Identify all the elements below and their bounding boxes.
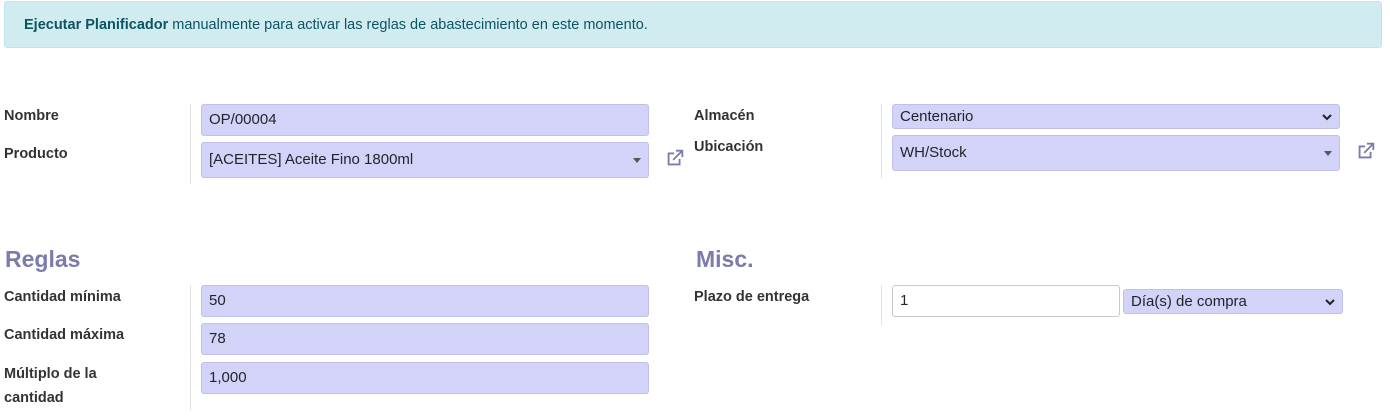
run-scheduler-link[interactable]: Ejecutar Planificador [24, 17, 168, 33]
caret-down-icon [1324, 151, 1332, 156]
cantidad-minima-input[interactable]: 50 [201, 285, 649, 317]
separator [881, 104, 882, 178]
section-title-reglas: Reglas [5, 246, 81, 272]
chevron-down-icon [1325, 299, 1335, 306]
external-link-icon[interactable] [1355, 140, 1377, 162]
separator [190, 285, 191, 410]
nombre-input[interactable]: OP/00004 [201, 104, 649, 136]
chevron-down-icon [1322, 114, 1332, 121]
separator [881, 285, 882, 325]
cantidad-maxima-label: Cantidad máxima [4, 327, 125, 343]
almacen-label: Almacén [694, 108, 755, 124]
multiplo-label-line1: Múltiplo de la [4, 366, 97, 382]
plazo-entrega-label: Plazo de entrega [694, 289, 810, 305]
external-link-icon[interactable] [664, 147, 686, 169]
almacen-select[interactable]: Centenario [892, 104, 1340, 129]
caret-down-icon [633, 158, 641, 163]
section-title-misc: Misc. [696, 246, 754, 272]
plazo-unit-value: Día(s) de compra [1131, 293, 1247, 310]
cantidad-minima-label: Cantidad mínima [4, 289, 121, 305]
ubicacion-value: WH/Stock [900, 144, 967, 161]
multiplo-input[interactable]: 1,000 [201, 362, 649, 394]
producto-label: Producto [4, 146, 68, 162]
nombre-label: Nombre [4, 108, 59, 124]
ubicacion-select[interactable]: WH/Stock [892, 135, 1340, 171]
info-alert: Ejecutar Planificador manualmente para a… [4, 1, 1382, 48]
producto-select[interactable]: [ACEITES] Aceite Fino 1800ml [201, 142, 649, 178]
ubicacion-label: Ubicación [694, 139, 764, 155]
separator [190, 104, 191, 184]
alert-text: manualmente para activar las reglas de a… [168, 17, 648, 33]
plazo-entrega-input[interactable]: 1 [892, 285, 1120, 317]
plazo-unit-select[interactable]: Día(s) de compra [1123, 289, 1343, 314]
cantidad-maxima-input[interactable]: 78 [201, 323, 649, 355]
producto-value: [ACEITES] Aceite Fino 1800ml [209, 151, 414, 168]
almacen-value: Centenario [900, 108, 974, 125]
multiplo-label-line2: cantidad [4, 390, 64, 406]
